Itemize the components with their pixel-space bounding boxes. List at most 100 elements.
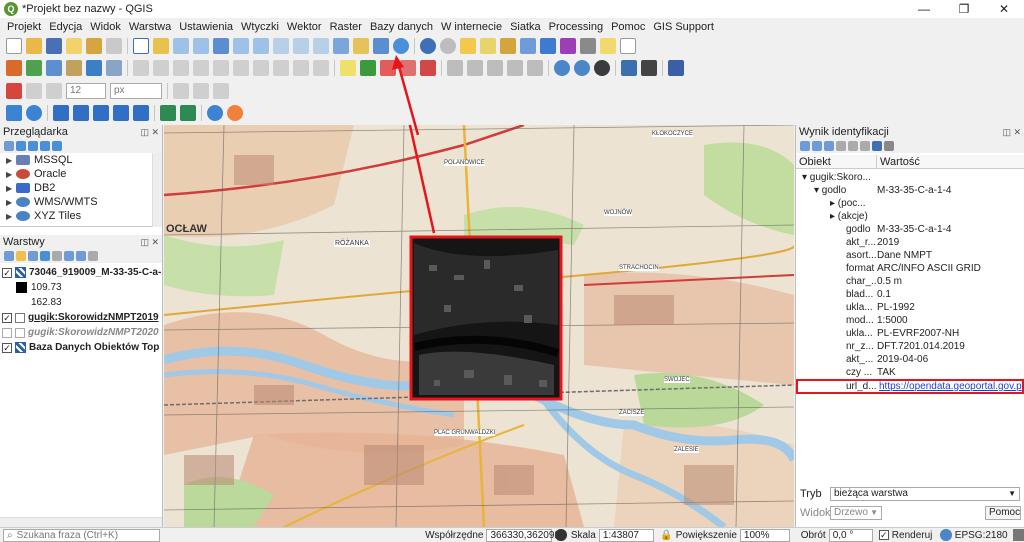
alert-icon[interactable] bbox=[227, 105, 243, 121]
trace-icon[interactable] bbox=[173, 83, 189, 99]
open-project-icon[interactable] bbox=[26, 38, 42, 54]
font-size-spinbox[interactable]: 12 bbox=[66, 83, 106, 99]
plugin-3-icon[interactable] bbox=[487, 60, 503, 76]
bookmark-icon[interactable] bbox=[353, 38, 369, 54]
tree-row[interactable]: format ARC/INFO ASCII GRID bbox=[796, 262, 1024, 275]
zoom-last-icon[interactable] bbox=[293, 38, 309, 54]
tree-row[interactable]: akt_... 2019-04-06 bbox=[796, 353, 1024, 366]
data-source-manager-icon[interactable] bbox=[6, 60, 22, 76]
add-csv-layer-icon[interactable] bbox=[66, 60, 82, 76]
panel-float-close-icon[interactable]: ◫ ✕ bbox=[140, 125, 159, 139]
add-feature-icon[interactable] bbox=[173, 60, 189, 76]
zoom-out-icon[interactable] bbox=[193, 38, 209, 54]
properties-icon[interactable] bbox=[52, 141, 62, 151]
measure-icon[interactable] bbox=[580, 38, 596, 54]
select-features-icon[interactable] bbox=[460, 38, 476, 54]
rotation-field[interactable]: 0,0 ° bbox=[828, 528, 873, 542]
expand-all-icon[interactable] bbox=[64, 251, 74, 261]
settings-wrench-icon[interactable] bbox=[884, 141, 894, 151]
coords-toggle-icon[interactable] bbox=[555, 529, 567, 541]
filter-legend-icon[interactable] bbox=[40, 251, 50, 261]
view-select[interactable]: Drzewo ▼ bbox=[830, 506, 882, 520]
tree-row[interactable]: godlo M-33-35-C-a-1-4 bbox=[796, 223, 1024, 236]
layer-skorowidz-2019[interactable]: ✓ gugik:SkorowidzNMPT2019 bbox=[2, 310, 162, 325]
attribute-table-icon[interactable] bbox=[480, 38, 496, 54]
browser-item-wms[interactable]: ▶ WMS/WMTS bbox=[0, 195, 162, 209]
layer-styling-icon[interactable] bbox=[6, 105, 22, 121]
copy-icon[interactable] bbox=[253, 60, 269, 76]
sum-icon[interactable] bbox=[560, 38, 576, 54]
menu-ustawienia[interactable]: Ustawienia bbox=[175, 21, 237, 33]
zoom-field[interactable]: 100% bbox=[739, 528, 790, 542]
target-icon[interactable] bbox=[26, 105, 42, 121]
binoculars-icon[interactable] bbox=[641, 60, 657, 76]
tree-row[interactable]: ukla... PL-1992 bbox=[796, 301, 1024, 314]
actions-icon[interactable] bbox=[440, 38, 456, 54]
zoom-native-icon[interactable] bbox=[273, 38, 289, 54]
browser-item-db2[interactable]: ▶ DB2 bbox=[0, 181, 162, 195]
minimize-button[interactable]: — bbox=[904, 0, 944, 18]
opendata-url-link[interactable]: https://opendata.geoportal.gov.p bbox=[879, 381, 1022, 392]
column-value[interactable]: Wartość bbox=[877, 155, 920, 168]
undo-icon[interactable] bbox=[293, 60, 309, 76]
tree-row[interactable]: ▸ (akcje) bbox=[796, 210, 1024, 223]
menu-w-internecie[interactable]: W internecie bbox=[437, 21, 506, 33]
identify-features-icon[interactable] bbox=[420, 38, 436, 54]
tree-row[interactable]: ▾ gugik:Skoro... bbox=[796, 171, 1024, 184]
layer-raster-nmpt[interactable]: ✓ 73046_919009_M-33-35-C-a- bbox=[2, 265, 162, 280]
add-spatialite-icon[interactable] bbox=[86, 60, 102, 76]
plugin-5-icon[interactable] bbox=[527, 60, 543, 76]
collapse-all-icon[interactable] bbox=[76, 251, 86, 261]
expand-new-icon[interactable] bbox=[824, 141, 834, 151]
plugin-4-icon[interactable] bbox=[507, 60, 523, 76]
crs-button[interactable]: EPSG:2180 bbox=[955, 530, 1008, 541]
menu-projekt[interactable]: Projekt bbox=[3, 21, 45, 33]
add-vector-layer-icon[interactable] bbox=[26, 60, 42, 76]
redo-icon[interactable] bbox=[313, 60, 329, 76]
wms-icon[interactable] bbox=[93, 105, 109, 121]
new-map-view-icon[interactable] bbox=[333, 38, 349, 54]
tree-row[interactable]: ▾ godlo M-33-35-C-a-1-4 bbox=[796, 184, 1024, 197]
menu-wtyczki[interactable]: Wtyczki bbox=[237, 21, 283, 33]
layers-tree[interactable]: ✓ 73046_919009_M-33-35-C-a- 109.73 162.8… bbox=[0, 263, 162, 355]
gis-support-icon[interactable] bbox=[207, 105, 223, 121]
help-button[interactable]: Pomoc bbox=[985, 506, 1021, 520]
delete-icon[interactable] bbox=[213, 60, 229, 76]
menu-siatka[interactable]: Siatka bbox=[506, 21, 545, 33]
plugin-2-icon[interactable] bbox=[467, 60, 483, 76]
layer-checkbox[interactable] bbox=[2, 327, 12, 338]
coords-field[interactable]: 366330,362092 bbox=[486, 528, 560, 542]
add-group-icon[interactable] bbox=[16, 251, 26, 261]
field-calculator-icon[interactable] bbox=[520, 38, 536, 54]
menu-edycja[interactable]: Edycja bbox=[45, 21, 86, 33]
remove-layer-icon[interactable] bbox=[88, 251, 98, 261]
layers-stack-icon[interactable] bbox=[73, 105, 89, 121]
browser-list[interactable]: ▶ MSSQL ▶ Oracle ▶ DB2 ▶ WMS/WMTS ▶ XYZ Tiles bbox=[0, 153, 162, 227]
print-icon[interactable] bbox=[860, 141, 870, 151]
cut-icon[interactable] bbox=[233, 60, 249, 76]
identify-mode-icon[interactable] bbox=[872, 141, 882, 151]
map-canvas[interactable]: OCŁAW RÓŻANKA KŁOKOCZYCE SWOJEC ZALESIE … bbox=[164, 125, 794, 527]
layout-icon[interactable] bbox=[66, 38, 82, 54]
network-icon[interactable] bbox=[160, 105, 176, 121]
show-bookmarks-icon[interactable] bbox=[373, 38, 389, 54]
zoom-in-icon[interactable] bbox=[173, 38, 189, 54]
style-icon[interactable] bbox=[4, 251, 14, 261]
grid-icon[interactable] bbox=[133, 105, 149, 121]
processing-toolbox-icon[interactable] bbox=[540, 38, 556, 54]
tree-row[interactable]: czy ... TAK bbox=[796, 366, 1024, 379]
tree-row-url[interactable]: url_d... https://opendata.geoportal.gov.… bbox=[796, 379, 1024, 394]
collapse-tree-icon[interactable] bbox=[812, 141, 822, 151]
layout-manager-icon[interactable] bbox=[86, 38, 102, 54]
map-tips-icon[interactable] bbox=[600, 38, 616, 54]
split-icon[interactable] bbox=[213, 83, 229, 99]
wmts-icon[interactable] bbox=[113, 105, 129, 121]
refresh-icon[interactable] bbox=[393, 38, 409, 54]
menu-wektor[interactable]: Wektor bbox=[283, 21, 326, 33]
visibility-icon[interactable] bbox=[28, 251, 38, 261]
menu-raster[interactable]: Raster bbox=[326, 21, 366, 33]
render-checkbox[interactable]: ✓ bbox=[878, 530, 889, 540]
menu-widok[interactable]: Widok bbox=[86, 21, 125, 33]
locator-search-input[interactable]: ⌕ Szukana fraza (Ctrl+K) bbox=[3, 528, 161, 542]
browser-item-mssql[interactable]: ▶ MSSQL bbox=[0, 153, 162, 167]
